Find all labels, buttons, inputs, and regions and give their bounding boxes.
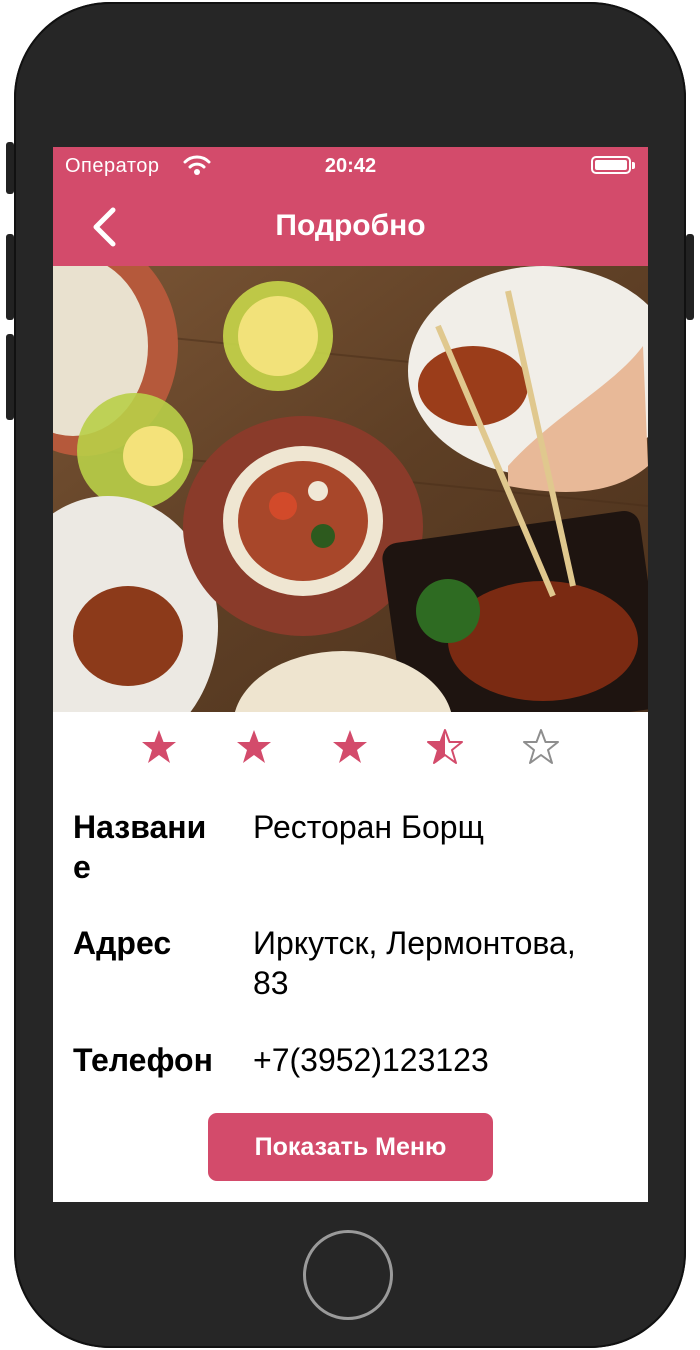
star-empty-icon[interactable]: [521, 727, 561, 767]
volume-up-button: [6, 234, 14, 320]
name-label-line1: Названи: [73, 809, 207, 845]
power-button: [686, 234, 694, 320]
address-value: Иркутск, Лермонтова, 83: [253, 923, 623, 1003]
status-bar: Оператор 20:42: [53, 147, 648, 187]
app-screen: Оператор 20:42 Подробно Названи е Рестор…: [53, 147, 648, 1202]
navigation-bar: Подробно: [53, 187, 648, 266]
name-label-line2: е: [73, 849, 91, 885]
address-value-line1: Иркутск, Лермонтова,: [253, 925, 576, 961]
volume-down-button: [6, 334, 14, 420]
restaurant-photo: [53, 266, 648, 712]
phone-value[interactable]: +7(3952)123123: [253, 1040, 623, 1080]
mute-switch: [6, 142, 14, 194]
battery-fill: [595, 160, 627, 170]
battery-icon: [591, 156, 635, 174]
star-filled-icon[interactable]: [139, 727, 179, 767]
name-value: Ресторан Борщ: [253, 809, 484, 845]
home-button[interactable]: [303, 1230, 393, 1320]
page-title: Подробно: [275, 209, 426, 242]
rating-stars: [53, 727, 648, 771]
star-filled-icon[interactable]: [330, 727, 370, 767]
star-filled-icon[interactable]: [234, 727, 274, 767]
battery-cap: [632, 162, 635, 169]
name-label: Названи е: [73, 807, 223, 887]
show-menu-button[interactable]: Показать Меню: [208, 1113, 493, 1181]
food-photo-icon: [53, 266, 648, 712]
status-time: 20:42: [324, 155, 377, 177]
address-label: Адрес: [73, 925, 172, 961]
address-value-line2: 83: [253, 965, 289, 1001]
phone-label: Телефон: [73, 1042, 213, 1078]
star-half-icon[interactable]: [425, 727, 465, 767]
